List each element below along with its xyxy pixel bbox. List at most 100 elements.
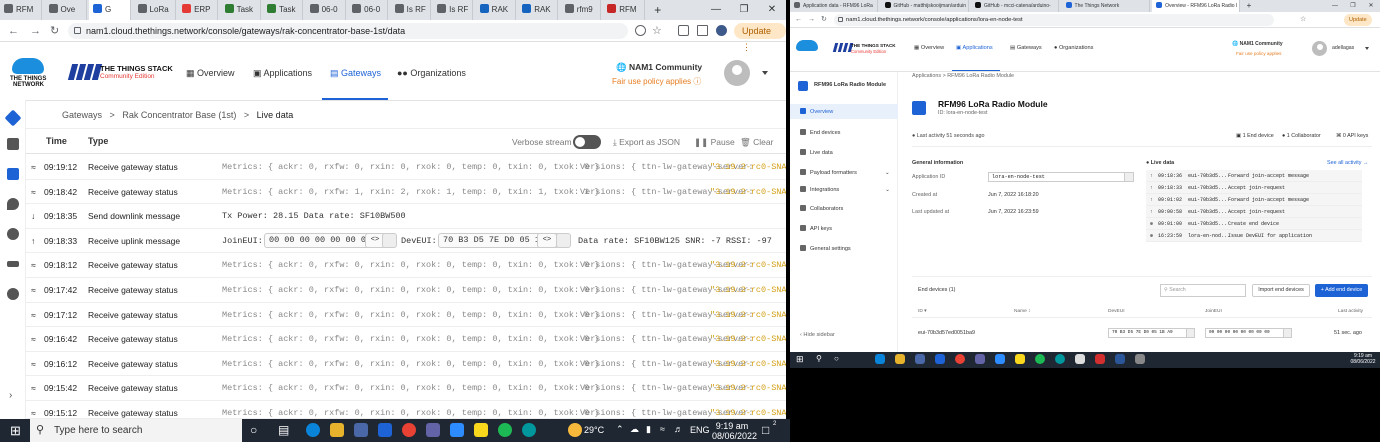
mail-icon[interactable] xyxy=(378,423,392,437)
verbose-toggle[interactable] xyxy=(573,135,601,149)
collaborator-count[interactable]: ● 1 Collaborator xyxy=(1282,133,1321,139)
spotify-icon[interactable] xyxy=(498,423,512,437)
chrome-icon[interactable] xyxy=(955,354,965,364)
avatar[interactable] xyxy=(1312,41,1327,56)
task-view-icon[interactable]: ▤ xyxy=(278,423,289,437)
browser-tab[interactable]: RFM xyxy=(603,0,646,20)
share-icon[interactable] xyxy=(635,25,646,36)
breadcrumb-gateways[interactable]: Gateways xyxy=(62,110,102,120)
browser-tab[interactable]: Is RF xyxy=(433,0,474,20)
sidebar-item-integrations[interactable]: Integrations ⌄ xyxy=(800,186,890,193)
update-button[interactable]: Update ⋮ xyxy=(734,23,786,52)
mail-icon[interactable] xyxy=(935,354,945,364)
see-all-activity-link[interactable]: See all activity → xyxy=(1327,160,1368,166)
import-end-devices-button[interactable]: Import end devices xyxy=(1252,284,1310,297)
forward-icon[interactable]: → xyxy=(30,20,41,42)
reload-icon[interactable]: ↻ xyxy=(821,12,827,28)
back-icon[interactable]: ← xyxy=(795,12,802,28)
word-icon[interactable] xyxy=(1115,354,1125,364)
sidebar-item-api-keys[interactable]: API keys xyxy=(800,225,832,232)
nav-overview[interactable]: ▦ Overview xyxy=(186,68,235,79)
code-toggle-icon[interactable]: <> xyxy=(537,232,557,248)
table-row[interactable]: ≈ 09:19:12 Receive gateway status Metric… xyxy=(26,155,786,180)
chevron-down-icon[interactable] xyxy=(762,71,768,75)
sidebar-item-overview[interactable]: Overview xyxy=(800,108,833,115)
settings-gear-icon[interactable] xyxy=(7,288,19,300)
nav-overview[interactable]: ▦ Overview xyxy=(914,45,944,51)
browser-tab[interactable]: Is RF xyxy=(391,0,431,20)
new-tab-button[interactable]: + xyxy=(1243,0,1257,12)
breadcrumb-gateway[interactable]: Rak Concentrator Base (1st) xyxy=(122,110,236,120)
table-row[interactable]: ≈ 09:17:42 Receive gateway status Metric… xyxy=(26,278,786,303)
zoom-icon[interactable] xyxy=(995,354,1005,364)
browser-tab[interactable]: RAK xyxy=(518,0,559,20)
star-icon[interactable]: ☆ xyxy=(1300,12,1306,28)
wifi-icon[interactable]: ≈ xyxy=(660,424,665,434)
fair-use-link[interactable]: Fair use policy applies ⓘ xyxy=(612,76,701,87)
api-key-count[interactable]: ⌘ 0 API keys xyxy=(1336,133,1368,139)
forward-icon[interactable]: → xyxy=(808,12,815,28)
add-end-device-button[interactable]: + Add end device xyxy=(1315,284,1368,297)
chrome-icon[interactable] xyxy=(402,423,416,437)
browser-tab[interactable]: GitHub - mcci-catena/arduino- xyxy=(971,0,1060,12)
browser-tab[interactable]: 06-0 xyxy=(348,0,389,20)
browser-tab[interactable]: GitHub - matthijskooijman/arduin xyxy=(881,0,969,12)
weather-temp[interactable]: 29°C xyxy=(584,425,604,435)
sidebar-item-live-data[interactable]: Live data xyxy=(800,149,833,156)
browser-tab[interactable]: RAK xyxy=(476,0,516,20)
expand-sidebar-icon[interactable]: › xyxy=(9,390,12,401)
back-icon[interactable]: ← xyxy=(8,20,19,42)
copy-icon[interactable] xyxy=(1186,328,1195,338)
sidebar-item-end-devices[interactable]: End devices xyxy=(800,129,840,136)
extensions-icon[interactable] xyxy=(678,25,689,36)
chevron-down-icon[interactable] xyxy=(1365,47,1369,50)
nav-gateways[interactable]: ▤ Gateways xyxy=(330,68,381,79)
restore-icon[interactable]: ❐ xyxy=(1344,0,1362,12)
update-button[interactable]: Update xyxy=(1344,14,1372,26)
edge-icon[interactable] xyxy=(306,423,320,437)
minimize-icon[interactable]: — xyxy=(1326,0,1344,12)
volume-icon[interactable]: ♬ xyxy=(674,424,683,434)
avatar[interactable] xyxy=(724,60,750,86)
store-icon[interactable] xyxy=(354,423,368,437)
table-row[interactable]: ↓ 09:18:35 Send downlink message Tx Powe… xyxy=(26,204,786,229)
notification-icon[interactable]: □ xyxy=(762,423,769,437)
table-row[interactable]: ≈ 09:16:42 Receive gateway status Metric… xyxy=(26,327,786,352)
profile-icon[interactable] xyxy=(716,25,727,36)
teams-icon[interactable] xyxy=(426,423,440,437)
sticky-notes-icon[interactable] xyxy=(1015,354,1025,364)
nav-organizations[interactable]: ● Organizations xyxy=(1054,45,1093,51)
minimize-icon[interactable]: — xyxy=(702,0,730,20)
browser-tab-active[interactable]: Overview - RFM96 LoRa Radio I xyxy=(1152,0,1241,12)
browser-tab[interactable]: Task xyxy=(221,0,261,20)
table-row[interactable]: ≈ 09:16:12 Receive gateway status Metric… xyxy=(26,352,786,377)
battery-icon[interactable]: ▮ xyxy=(646,424,651,435)
browser-tab[interactable]: 06-0 xyxy=(306,0,346,20)
gateway-icon[interactable] xyxy=(4,109,22,127)
dev-eui-field[interactable]: 70 B3 D5 7E D0 05 1B A9 xyxy=(1108,328,1190,338)
table-row[interactable]: ↑ 09:18:33 Receive uplink message JoinEU… xyxy=(26,229,786,254)
pause-button[interactable]: ❚❚ Pause xyxy=(694,137,735,148)
collaborators-icon[interactable] xyxy=(7,228,19,240)
table-row[interactable]: ≈ 09:18:42 Receive gateway status Metric… xyxy=(26,180,786,205)
search-input[interactable]: ⚲ Search xyxy=(1160,284,1246,297)
copy-icon[interactable] xyxy=(1124,172,1134,182)
acrobat-icon[interactable] xyxy=(1095,354,1105,364)
nav-organizations[interactable]: ●● Organizations xyxy=(397,68,466,78)
browser-tab[interactable]: Application data - RFM96 LoRa xyxy=(790,0,878,12)
restore-icon[interactable]: ❐ xyxy=(730,0,758,20)
live-data-icon[interactable] xyxy=(7,168,19,180)
file-explorer-icon[interactable] xyxy=(895,354,905,364)
app-id-field[interactable]: lora-en-node-test xyxy=(988,172,1128,182)
file-explorer-icon[interactable] xyxy=(330,423,344,437)
hide-sidebar-button[interactable]: ‹ Hide sidebar xyxy=(800,332,835,338)
key-icon[interactable] xyxy=(7,261,19,267)
sticky-notes-icon[interactable] xyxy=(474,423,488,437)
browser-tab[interactable]: The Things Network xyxy=(1062,0,1150,12)
fair-use-link[interactable]: Fair use policy applies xyxy=(1236,51,1281,56)
username[interactable]: adellagas xyxy=(1332,45,1354,51)
browser-tab[interactable]: Ove xyxy=(45,0,87,20)
browser-tab[interactable]: RFM xyxy=(0,0,42,20)
windows-start-icon[interactable]: ⊞ xyxy=(796,354,804,365)
browser-tab[interactable]: rfm9 xyxy=(561,0,601,20)
